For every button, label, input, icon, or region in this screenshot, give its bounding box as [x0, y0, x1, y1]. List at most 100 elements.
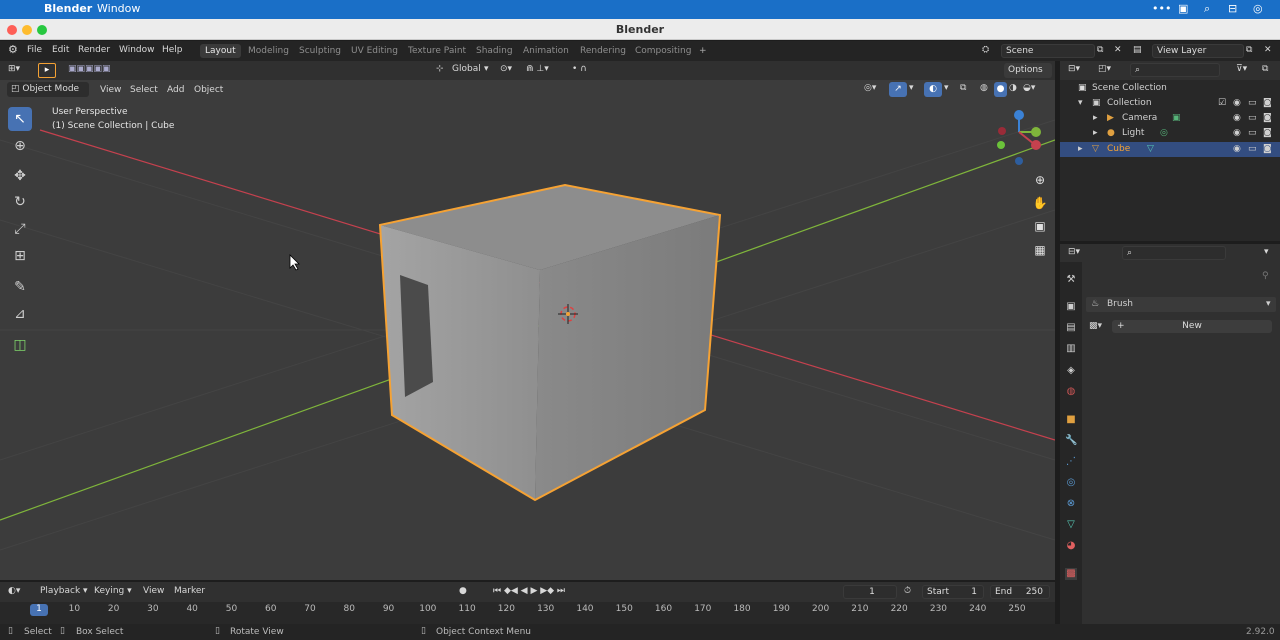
start-frame-field[interactable]: Start 1 [922, 585, 984, 599]
editor-type-icon[interactable]: ◐▾ [8, 586, 20, 596]
eye-icon[interactable]: ◉ [1233, 126, 1241, 141]
pin-icon[interactable]: ⚲ [1262, 271, 1269, 281]
menu-render[interactable]: Render [78, 45, 110, 55]
modifier-tab-icon[interactable]: 🔧 [1065, 435, 1077, 447]
add-cube-tool[interactable]: ◫ [8, 333, 32, 357]
output-tab-icon[interactable]: ▤ [1065, 322, 1077, 334]
zoom-window-icon[interactable] [37, 25, 47, 35]
scene-icon[interactable]: ⛭ [982, 45, 989, 55]
chevron-right-icon[interactable]: ▸ [1093, 111, 1098, 126]
visibility-icon[interactable]: ◎▾ [864, 83, 876, 93]
monitor-icon[interactable]: ▭ [1248, 111, 1257, 126]
tab-compositing[interactable]: Compositing [630, 44, 696, 58]
gizmo-toggle-icon[interactable]: ↗ [889, 82, 907, 97]
zoom-icon[interactable]: ⊕ [1030, 170, 1050, 190]
chevron-right-icon[interactable]: ▸ [1093, 126, 1098, 141]
render-camera-icon[interactable]: ◙ [1263, 96, 1272, 111]
tab-uv-editing[interactable]: UV Editing [346, 44, 403, 58]
timeline-menu-playback[interactable]: Playback ▾ [40, 586, 88, 596]
render-tab-icon[interactable]: ▣ [1065, 301, 1077, 313]
display-mode-icon[interactable]: ◰▾ [1098, 64, 1111, 74]
proportional-edit-icon[interactable]: • ∩ [572, 64, 587, 74]
world-tab-icon[interactable]: ◍ [1065, 386, 1077, 398]
chevron-down-icon[interactable]: ▾ [1078, 96, 1083, 111]
viewport-menu-view[interactable]: View [100, 85, 121, 95]
record-icon[interactable]: ● [459, 586, 467, 596]
outliner-row-collection[interactable]: ▾ ▣ Collection ☑ ◉ ▭ ◙ [1060, 96, 1280, 111]
cube-object[interactable] [378, 183, 722, 502]
monitor-icon[interactable]: ▭ [1248, 126, 1257, 141]
more-icon[interactable]: ••• [1152, 2, 1171, 15]
object-tab-icon[interactable]: ■ [1065, 414, 1077, 426]
pan-hand-icon[interactable]: ✋ [1030, 193, 1050, 213]
chevron-down-icon[interactable]: ▾ [909, 83, 914, 93]
outliner-row-light[interactable]: ▸ ● Light ◎ ◉ ▭ ◙ [1060, 126, 1280, 141]
texture-tab-icon[interactable]: ▩ [1065, 568, 1077, 580]
view-layer-icon[interactable]: ▤ [1133, 45, 1142, 55]
menu-window[interactable]: Window [119, 45, 155, 55]
tab-animation[interactable]: Animation [518, 44, 574, 58]
options-dropdown[interactable]: Options [1004, 63, 1052, 78]
playback-controls-icon[interactable]: ⏮ ◆◀ ◀ ▶ ▶◆ ⏭ [493, 586, 565, 596]
eye-icon[interactable]: ◉ [1233, 142, 1241, 157]
tab-texture-paint[interactable]: Texture Paint [403, 44, 471, 58]
select-mode-icon[interactable]: ▸ [38, 63, 56, 78]
navigation-gizmo[interactable] [997, 110, 1041, 165]
snap-icon[interactable]: ⋒ ⊥▾ [526, 64, 549, 74]
tab-modeling[interactable]: Modeling [243, 44, 294, 58]
tool-tab-icon[interactable]: ⚒ [1065, 274, 1077, 286]
chevron-down-icon[interactable]: ▾ [484, 64, 489, 74]
scale-tool[interactable]: ⤢ [8, 217, 32, 241]
rendered-shading-icon[interactable]: ◒▾ [1023, 83, 1035, 93]
render-camera-icon[interactable]: ◙ [1263, 111, 1272, 126]
material-tab-icon[interactable]: ◕ [1065, 540, 1077, 552]
texture-browse-icon[interactable]: ▩▾ [1089, 321, 1102, 331]
viewport-menu-object[interactable]: Object [194, 85, 223, 95]
tab-shading[interactable]: Shading [471, 44, 518, 58]
monitor-icon[interactable]: ▭ [1248, 96, 1257, 111]
timeline-menu-view[interactable]: View [143, 586, 164, 596]
grid-view-icon[interactable]: ▦ [1030, 240, 1050, 260]
menu-help[interactable]: Help [162, 45, 183, 55]
material-shading-icon[interactable]: ◑ [1009, 83, 1017, 93]
minimize-window-icon[interactable] [22, 25, 32, 35]
eye-icon[interactable]: ◉ [1233, 96, 1241, 111]
filter-icon[interactable]: ⊽▾ [1236, 64, 1247, 74]
overlays-toggle-icon[interactable]: ◐ [924, 82, 942, 97]
xray-icon[interactable]: ⧉ [960, 83, 966, 93]
siri-icon[interactable]: ◎ [1253, 2, 1263, 15]
outliner-row-camera[interactable]: ▸ ▶ Camera ▣ ◉ ▭ ◙ [1060, 111, 1280, 126]
measure-tool[interactable]: ⊿ [8, 302, 32, 326]
search-icon[interactable]: ⌕ [1204, 2, 1210, 16]
tab-layout[interactable]: Layout [200, 44, 241, 58]
menu-file[interactable]: File [27, 45, 42, 55]
new-texture-button[interactable]: + New [1112, 320, 1272, 333]
outliner-row-cube[interactable]: ▸ ▽ Cube ▽ ◉ ▭ ◙ [1060, 142, 1280, 157]
tab-rendering[interactable]: Rendering [575, 44, 631, 58]
select-box-tool[interactable]: ↖ [8, 107, 32, 131]
move-tool[interactable]: ✥ [8, 164, 32, 188]
scene-field[interactable]: Scene [1001, 44, 1095, 58]
data-tab-icon[interactable]: ▽ [1065, 519, 1077, 531]
render-camera-icon[interactable]: ◙ [1263, 126, 1272, 141]
checkbox-icon[interactable]: ☑ [1218, 96, 1226, 111]
eye-icon[interactable]: ◉ [1233, 111, 1241, 126]
selection-mode-icons[interactable]: ▣▣▣▣▣ [68, 64, 111, 74]
viewport-menu-select[interactable]: Select [130, 85, 158, 95]
transform-tool[interactable]: ⊞ [8, 244, 32, 268]
add-workspace-button[interactable]: + [694, 44, 712, 58]
pivot-point-icon[interactable]: ⊙▾ [500, 64, 512, 74]
chevron-down-icon[interactable]: ▾ [1264, 247, 1269, 257]
monitor-icon[interactable]: ▭ [1248, 142, 1257, 157]
physics-tab-icon[interactable]: ◎ [1065, 477, 1077, 489]
wireframe-shading-icon[interactable]: ◍ [980, 83, 988, 93]
editor-type-icon[interactable]: ⊞▾ [8, 64, 20, 74]
end-frame-field[interactable]: End 250 [990, 585, 1050, 599]
menu-edit[interactable]: Edit [52, 45, 69, 55]
camera-view-icon[interactable]: ▣ [1030, 216, 1050, 236]
object-mode-dropdown[interactable]: ◰ Object Mode [7, 82, 89, 97]
orientation-dropdown[interactable]: Global [452, 64, 481, 74]
solid-shading-icon[interactable]: ● [994, 82, 1007, 97]
stopwatch-icon[interactable]: ⏱ [904, 586, 911, 596]
view-layer-field[interactable]: View Layer [1152, 44, 1244, 58]
